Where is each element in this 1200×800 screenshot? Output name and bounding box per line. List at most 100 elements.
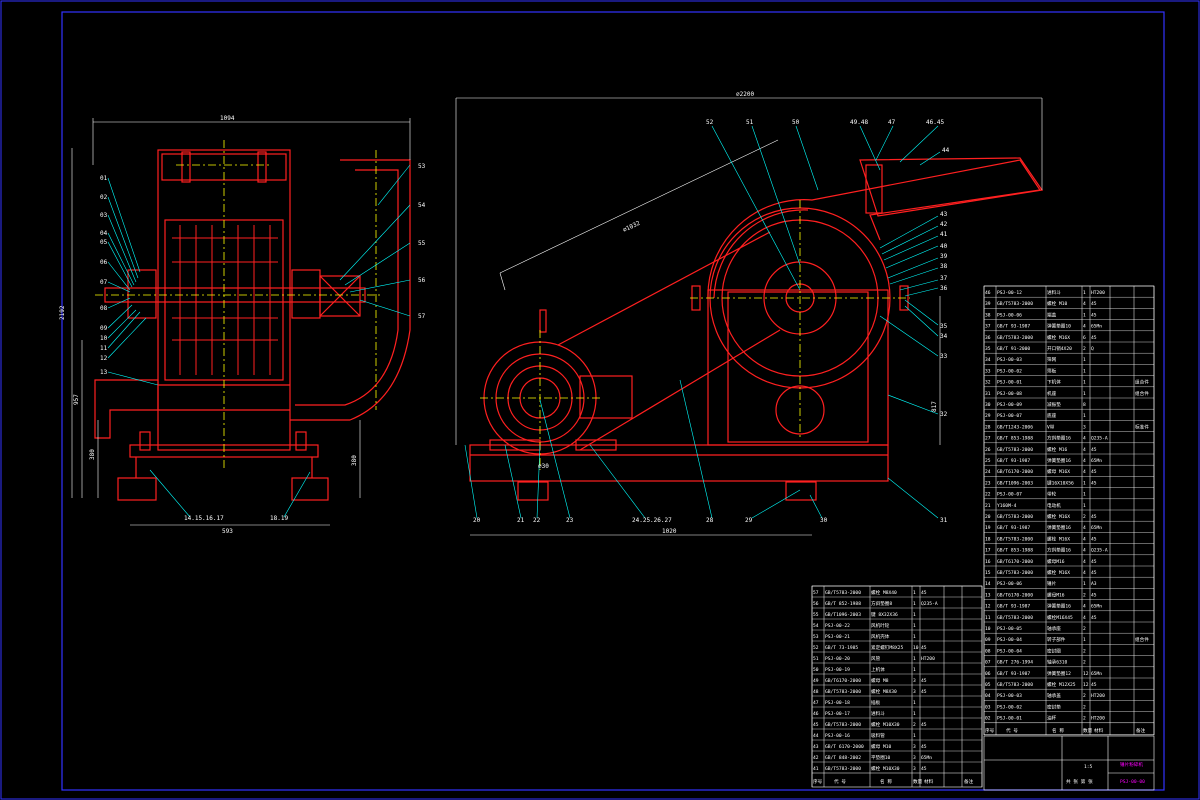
parts-cell-code: PSJ-00-21 [825, 634, 850, 640]
parts-cell-qty: 4 [1083, 615, 1086, 621]
parts-cell-code: PSJ-00-19 [825, 667, 850, 673]
cad-drawing-canvas: 0102030405060708091011121314.15.16.17 18.… [0, 0, 1200, 800]
part-label: 51 [746, 119, 754, 126]
parts-cell-code: PSJ-00-18 [825, 700, 850, 706]
dim-left-width: 1094 [220, 115, 235, 122]
parts-cell-no: 30 [985, 402, 991, 408]
parts-cell-name: 键16X10X56 [1047, 479, 1074, 486]
parts-cell-code: GB/T5783-2000 [825, 766, 861, 772]
parts-cell-name: 密封圈 [1047, 647, 1061, 654]
parts-cell-code: GB/T 73-1985 [825, 645, 858, 651]
parts-list-right: 46 PSJ-00-12 进料斗 1 HT20039 GB/T5783-2000 螺栓 M1… [983, 285, 1155, 736]
parts-cell-no: 36 [985, 335, 991, 341]
parts-cell-no: 16 [985, 559, 991, 565]
parts-cell-no: 13 [985, 592, 991, 598]
parts-cell-mat: 45 [1091, 312, 1097, 318]
parts-cell-no: 07 [985, 660, 991, 666]
parts-cell-qty: 1 [913, 601, 916, 607]
parts-cell-name: 螺栓 M16X [1047, 535, 1070, 542]
parts-cell-name: 油杯 [1047, 715, 1057, 722]
parts-cell-qty: 2 [1083, 716, 1086, 722]
part-label: 18.19 [270, 515, 288, 522]
side-view-dimensions [71, 118, 411, 526]
parts-cell-qty: 2 [1083, 346, 1086, 352]
dim-right-base: ∅30 [538, 463, 549, 470]
outer-frame [0, 0, 1200, 800]
title-drawing-no: PSJ-00-00 [1120, 779, 1145, 785]
dim-left-base: 380 [351, 455, 358, 466]
parts-cell-mat: 45 [1091, 615, 1097, 621]
part-label: 31 [940, 517, 948, 524]
parts-cell-code: PSJ-00-06 [997, 312, 1022, 318]
parts-cell-name: 螺栓 M10X30 [871, 721, 900, 728]
parts-cell-name: 螺栓 M16X [1047, 334, 1070, 341]
parts-cell-mat: 45 [1091, 514, 1097, 520]
parts-cell-no: 38 [985, 312, 991, 318]
dimension-texts: 1094 2192 957 593 380 380 ∅2200 ∅1032 10… [59, 91, 938, 535]
parts-cell-no: 47 [813, 700, 819, 706]
part-label: 28 [706, 517, 714, 524]
part-label: 30 [820, 517, 828, 524]
parts-header-qty: 数量 [913, 778, 923, 785]
parts-cell-name: 上机体 [871, 666, 885, 673]
parts-cell-name: 机座 [1047, 390, 1057, 397]
parts-cell-name: 键 8X32X36 [871, 611, 898, 618]
parts-cell-mat: 45 [921, 744, 927, 750]
parts-cell-mat: Q235-A [1091, 548, 1108, 554]
parts-cell-code: PSJ-00-06 [997, 581, 1022, 587]
part-label: 43 [940, 211, 948, 218]
dim-left-bottom: 593 [222, 528, 233, 535]
parts-cell-code: PSJ-00-22 [825, 623, 850, 629]
dim-left-side: 380 [89, 449, 96, 460]
part-label: 46.45 [926, 119, 944, 126]
parts-cell-name: 轴承座 [1047, 625, 1061, 632]
parts-cell-mat: 45 [921, 689, 927, 695]
part-label: 09 [100, 325, 108, 332]
title-scale: 1:5 [1084, 764, 1093, 770]
front-view [469, 157, 1044, 501]
side-view [94, 149, 411, 501]
parts-cell-qty: 2 [1083, 704, 1086, 710]
parts-cell-name: 端盖 [1047, 311, 1057, 318]
parts-cell-code: GB/T5783-2000 [997, 514, 1033, 520]
part-label: 47 [888, 119, 896, 126]
parts-cell-code: PSJ-00-04 [997, 637, 1022, 643]
parts-cell-code: GB/T 93-1987 [997, 324, 1030, 330]
parts-header-mat: 材料 [924, 778, 934, 785]
parts-cell-no: 20 [985, 514, 991, 520]
parts-cell-mat: HT200 [1091, 290, 1105, 296]
parts-cell-mat: Q235-A [921, 601, 938, 607]
parts-cell-code: GB/T 91-2000 [997, 346, 1030, 352]
parts-cell-name: 轴承盖 [1047, 692, 1061, 699]
parts-cell-no: 39 [985, 301, 991, 307]
parts-cell-no: 41 [813, 766, 819, 772]
parts-cell-qty: 4 [1083, 570, 1086, 576]
parts-cell-name: 螺母M16 [1047, 591, 1065, 598]
parts-cell-mat: Q235-A [1091, 436, 1108, 442]
parts-cell-note: 组合件 [1135, 379, 1149, 386]
title-block: 锤片粉碎机 PSJ-00-00 1:5 共 张 第 张 [983, 735, 1155, 791]
parts-cell-code: PSJ-00-07 [997, 492, 1022, 498]
parts-cell-mat: 45 [921, 678, 927, 684]
part-label: 04 [100, 230, 108, 237]
part-label: 57 [418, 313, 426, 320]
part-label: 50 [792, 119, 800, 126]
parts-cell-qty: 4 [1083, 301, 1086, 307]
parts-cell-qty: 12 [1083, 671, 1089, 677]
parts-cell-no: 28 [985, 424, 991, 430]
parts-cell-qty: 1 [913, 612, 916, 618]
parts-cell-mat: HT200 [921, 656, 935, 662]
parts-cell-code: GB/T 6170-2000 [825, 744, 864, 750]
parts-cell-no: 44 [813, 733, 819, 739]
parts-cell-name: 插板 [871, 699, 881, 706]
part-label: 41 [940, 231, 948, 238]
parts-cell-name: 进料斗 [871, 710, 885, 717]
parts-cell-name: 弹簧垫圈16 [1047, 457, 1071, 464]
parts-cell-no: 46 [985, 290, 991, 296]
part-label: 21 [517, 517, 525, 524]
parts-header-note: 备注 [964, 778, 974, 785]
parts-cell-no: 33 [985, 368, 991, 374]
parts-cell-code: GB/T1096-2003 [997, 480, 1033, 486]
parts-cell-mat: 45 [1091, 536, 1097, 542]
parts-cell-mat: 45 [1091, 682, 1097, 688]
